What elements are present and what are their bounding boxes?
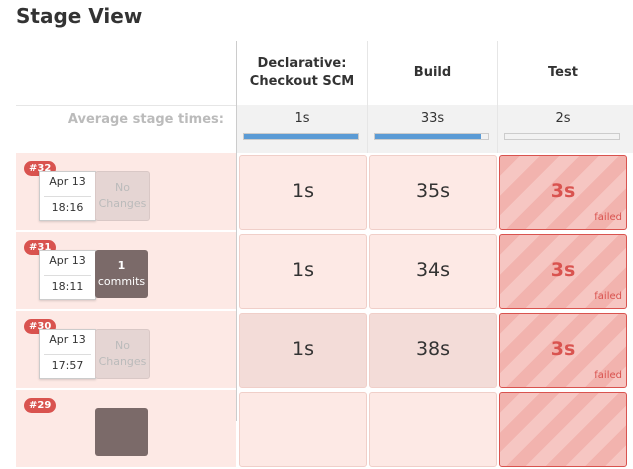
stage-duration: 1s	[292, 259, 314, 281]
changes-line2: Changes	[98, 197, 147, 210]
avg-progress-fill	[375, 134, 482, 139]
build-info: #31 Apr 13 18:11 1 commits	[16, 232, 236, 310]
stage-name: Declarative: Checkout SCM	[249, 56, 355, 89]
stage-name: Build	[413, 65, 452, 80]
changes-box[interactable]: 1 commits	[95, 250, 148, 298]
stage-cell-build[interactable]: 34s	[369, 234, 497, 309]
failed-label: failed	[594, 291, 622, 302]
build-info: #32 Apr 13 18:16 No Changes	[16, 153, 236, 231]
avg-time: 2s	[555, 111, 571, 126]
build-date: Apr 13	[49, 175, 86, 188]
divider	[44, 275, 91, 276]
changes-box[interactable]	[95, 408, 148, 456]
build-info: #30 Apr 13 17:57 No Changes	[16, 311, 236, 389]
stage-cell-test-failed[interactable]: 3s failed	[499, 155, 627, 230]
stage-cell-build[interactable]: 35s	[369, 155, 497, 230]
stage-cell-build[interactable]	[369, 392, 497, 467]
header-spacer	[16, 41, 236, 106]
stage-duration: 3s	[550, 338, 576, 360]
stage-cell-checkout[interactable]: 1s	[239, 313, 367, 388]
build-date-box: Apr 13 17:57	[39, 329, 96, 379]
changes-line2: commits	[97, 275, 146, 288]
build-info: #29	[16, 390, 236, 468]
changes-box[interactable]: No Changes	[95, 329, 150, 379]
avg-progress-bar	[504, 133, 620, 140]
changes-box[interactable]: No Changes	[95, 171, 150, 221]
avg-cell-checkout: 1s	[237, 105, 368, 153]
failed-label: failed	[594, 212, 622, 223]
avg-cell-test: 2s	[498, 105, 633, 153]
average-stage-times-label: Average stage times:	[67, 112, 224, 127]
divider	[44, 354, 91, 355]
stage-header-test[interactable]: Test	[498, 41, 633, 106]
changes-line1: No	[115, 339, 130, 352]
changes-line2: Changes	[98, 355, 147, 368]
build-row-29: #29	[16, 390, 633, 469]
build-row-32: #32 Apr 13 18:16 No Changes 1s 35s 3s fai…	[16, 153, 633, 232]
stage-cell-test-failed[interactable]	[499, 392, 627, 467]
build-time: 17:57	[51, 359, 84, 372]
stage-header-checkout[interactable]: Declarative: Checkout SCM	[237, 41, 368, 105]
build-number-badge[interactable]: #29	[24, 398, 57, 413]
failed-label: failed	[594, 370, 622, 381]
stage-cell-test-failed[interactable]: 3s failed	[499, 234, 627, 309]
avg-time: 1s	[294, 111, 310, 126]
build-date: Apr 13	[49, 254, 86, 267]
stage-duration: 1s	[292, 180, 314, 202]
build-row-30: #30 Apr 13 17:57 No Changes 1s 38s 3s fai…	[16, 311, 633, 390]
changes-line1: 1	[117, 259, 126, 272]
avg-time: 33s	[420, 111, 445, 126]
stage-cell-checkout[interactable]	[239, 392, 367, 467]
stage-duration: 3s	[550, 180, 576, 202]
stage-duration: 35s	[415, 180, 451, 202]
build-time: 18:11	[51, 280, 84, 293]
build-date-box: Apr 13 18:16	[39, 171, 96, 221]
stage-view-grid: Declarative: Checkout SCM Build Test Ave…	[16, 41, 633, 468]
stage-name: Test	[548, 65, 578, 80]
stage-duration: 34s	[415, 259, 451, 281]
stage-cell-checkout[interactable]: 1s	[239, 234, 367, 309]
stage-cell-test-failed[interactable]: 3s failed	[499, 313, 627, 388]
build-date-box: Apr 13 18:11	[39, 250, 96, 300]
stage-duration: 3s	[550, 259, 576, 281]
stage-duration: 38s	[415, 338, 451, 360]
stage-duration: 1s	[292, 338, 314, 360]
avg-progress-bar	[243, 133, 359, 140]
build-date: Apr 13	[49, 333, 86, 346]
build-row-31: #31 Apr 13 18:11 1 commits 1s 34s 3s fail…	[16, 232, 633, 311]
divider	[44, 196, 91, 197]
avg-progress-fill	[244, 134, 358, 139]
changes-line1: No	[115, 181, 130, 194]
stage-cell-build[interactable]: 38s	[369, 313, 497, 388]
avg-cell-build: 33s	[368, 105, 498, 153]
stage-cell-checkout[interactable]: 1s	[239, 155, 367, 230]
stage-header-build[interactable]: Build	[368, 41, 498, 105]
page-title: Stage View	[16, 4, 143, 28]
avg-progress-bar	[374, 133, 489, 140]
average-stage-times-row: Average stage times: 1s 33s 2s	[16, 105, 633, 153]
build-time: 18:16	[51, 201, 84, 214]
